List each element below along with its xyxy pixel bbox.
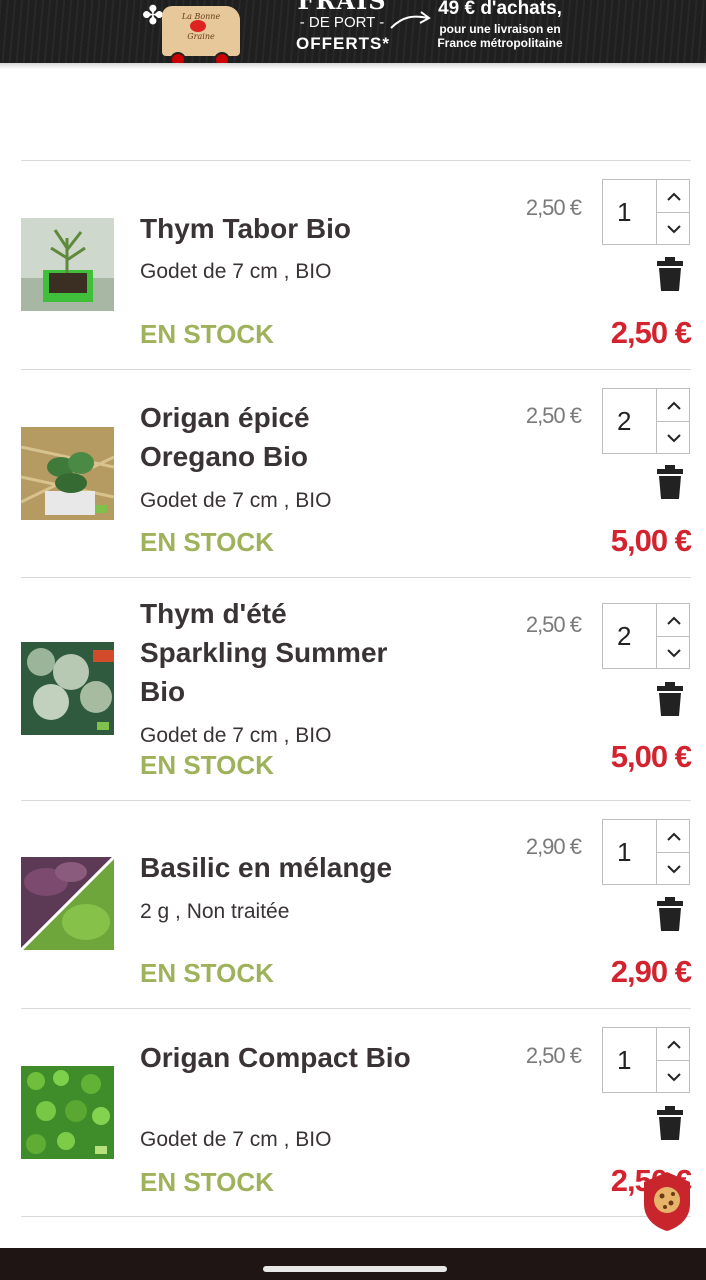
quantity-input[interactable]: 2 [603,389,656,453]
product-name[interactable]: Thym d'été Sparkling Summer Bio [140,594,420,711]
tomato-icon [190,20,206,32]
free-shipping-banner[interactable]: ✤ La Bonne Graine FRAIS - DE PORT - OFFE… [0,0,706,63]
product-image-basilic[interactable] [21,857,114,950]
clover-icon: ✤ [142,0,164,30]
quantity-stepper[interactable]: 2 [602,603,690,669]
banner-de-port: - DE PORT - [299,14,385,31]
unit-price: 2,50 € [525,612,582,637]
line-total: 5,00 € [610,739,692,774]
product-image-thym-tabor[interactable] [21,218,114,311]
line-total: 2,50 € [610,315,692,350]
product-image-origan-epice[interactable] [21,427,114,520]
quantity-input[interactable]: 1 [603,1028,656,1092]
stock-status: EN STOCK [140,527,274,557]
banner-offerts: OFFERTS* [296,34,390,53]
product-name[interactable]: Basilic en mélange [140,848,420,887]
product-variant: Godet de 7 cm , BIO [140,1128,332,1151]
chevron-down-icon[interactable] [657,213,690,245]
product-name[interactable]: Origan épicé Oregano Bio [140,398,420,476]
wheel-icon [170,52,186,63]
cart-top-divider [21,160,691,161]
product-image-origan-compact[interactable] [21,1066,114,1159]
wheel-icon [214,52,230,63]
chevron-down-icon[interactable] [657,422,690,454]
quantity-input[interactable]: 2 [603,604,656,668]
arrow-icon [390,11,431,29]
product-name[interactable]: Origan Compact Bio [140,1038,420,1077]
quantity-stepper[interactable]: 1 [602,179,690,245]
product-variant: Godet de 7 cm , BIO [140,489,332,512]
product-name[interactable]: Thym Tabor Bio [140,209,420,248]
stock-status: EN STOCK [140,319,274,349]
chevron-down-icon[interactable] [657,637,690,669]
chevron-up-icon[interactable] [657,389,690,421]
chevron-up-icon[interactable] [657,1028,690,1060]
trash-icon[interactable] [656,682,684,716]
stock-status: EN STOCK [140,958,274,988]
chevron-up-icon[interactable] [657,820,690,852]
product-variant: 2 g , Non traitée [140,900,290,923]
chevron-down-icon[interactable] [657,853,690,885]
quantity-stepper[interactable]: 1 [602,819,690,885]
line-total: 5,00 € [610,523,692,558]
unit-price: 2,50 € [525,403,582,428]
stock-status: EN STOCK [140,1167,274,1197]
chevron-up-icon[interactable] [657,180,690,212]
quantity-input[interactable]: 1 [603,180,656,244]
quantity-stepper[interactable]: 2 [602,388,690,454]
chevron-down-icon[interactable] [657,1061,690,1093]
banner-shadow [0,63,706,69]
product-variant: Godet de 7 cm , BIO [140,260,332,283]
banner-frais: FRAIS [297,0,387,15]
unit-price: 2,50 € [525,1043,582,1068]
chevron-up-icon[interactable] [657,604,690,636]
product-image-thym-ete[interactable] [21,642,114,735]
unit-price: 2,50 € [525,195,582,220]
trash-icon[interactable] [656,1106,684,1140]
trash-icon[interactable] [656,465,684,499]
home-indicator[interactable] [263,1266,447,1272]
banner-fine-print: pour une livraison en France métropolita… [437,22,563,50]
cookie-icon[interactable] [642,1170,692,1232]
product-variant: Godet de 7 cm , BIO [140,724,332,747]
quantity-input[interactable]: 1 [603,820,656,884]
trash-icon[interactable] [656,897,684,931]
banner-amount: 49 € d'achats, [438,0,562,19]
unit-price: 2,90 € [525,834,582,859]
quantity-stepper[interactable]: 1 [602,1027,690,1093]
trash-icon[interactable] [656,257,684,291]
bottom-bar [0,1248,706,1280]
stock-status: EN STOCK [140,750,274,780]
line-total: 2,90 € [610,954,692,989]
